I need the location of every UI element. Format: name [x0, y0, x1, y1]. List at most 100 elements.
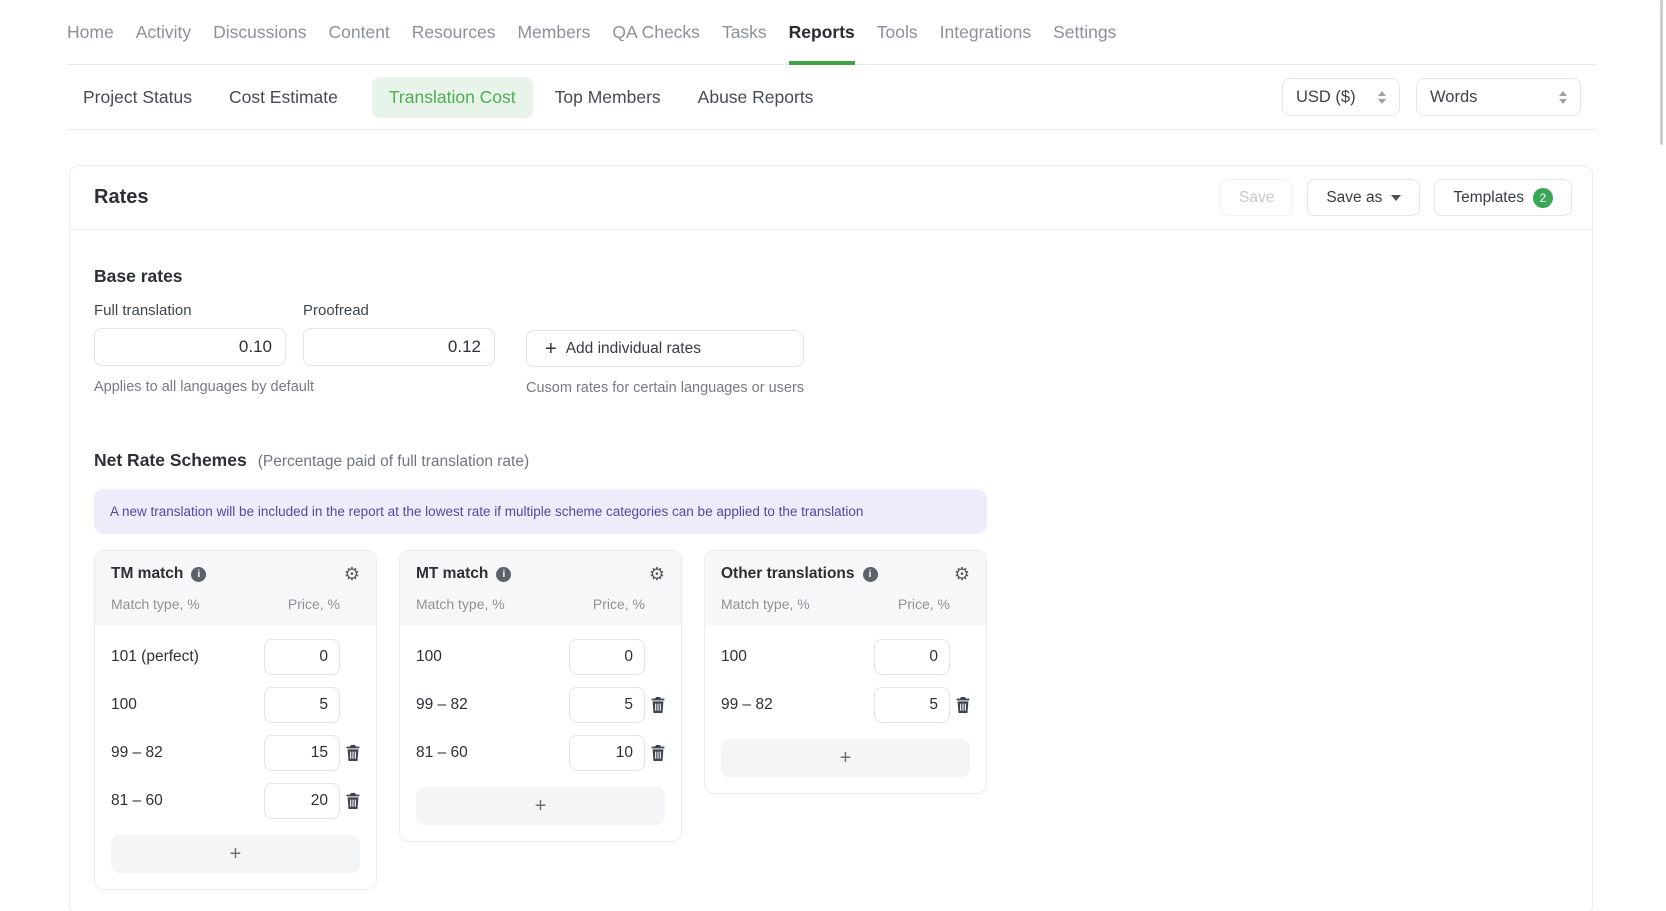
- tab-abuse-reports[interactable]: Abuse Reports: [698, 77, 814, 118]
- price-column-header: Price, %: [898, 596, 950, 612]
- match-range-label: 99 – 82: [416, 696, 569, 714]
- match-range-label: 100: [111, 696, 264, 714]
- templates-count-badge: 2: [1533, 188, 1553, 208]
- price-input[interactable]: [569, 687, 645, 723]
- scheme-card-other-translations: Other translations ⚙ Match type, % Price…: [704, 550, 987, 794]
- full-translation-input[interactable]: [94, 328, 286, 366]
- price-input[interactable]: [874, 687, 950, 723]
- price-input[interactable]: [264, 687, 340, 723]
- price-input[interactable]: [569, 735, 645, 771]
- match-range-label: 99 – 82: [721, 696, 874, 714]
- scheme-card-title: Other translations: [721, 565, 855, 583]
- match-range-label: 99 – 82: [111, 744, 264, 762]
- templates-button[interactable]: Templates 2: [1434, 179, 1572, 216]
- nav-item-integrations[interactable]: Integrations: [940, 0, 1031, 64]
- nav-item-tasks[interactable]: Tasks: [722, 0, 767, 64]
- add-rate-row-button[interactable]: +: [416, 787, 665, 825]
- save-button[interactable]: Save: [1220, 179, 1293, 216]
- nav-item-home[interactable]: Home: [67, 0, 114, 64]
- info-icon[interactable]: [496, 567, 511, 582]
- nav-item-members[interactable]: Members: [517, 0, 590, 64]
- scheme-rows: 101 (perfect) 100 99 – 82: [95, 625, 376, 825]
- match-type-column-header: Match type, %: [111, 596, 200, 612]
- net-rate-schemes-section: Net Rate Schemes (Percentage paid of ful…: [94, 450, 1568, 890]
- scheme-rows: 100 99 – 82: [705, 625, 986, 729]
- rate-row: 81 – 60: [95, 777, 376, 825]
- scheme-card-mt-match: MT match ⚙ Match type, % Price, % 100 99…: [399, 550, 682, 842]
- add-rate-row-button[interactable]: +: [111, 835, 360, 873]
- updown-icon: [1378, 91, 1386, 104]
- price-column-header: Price, %: [288, 596, 340, 612]
- rates-actions: Save Save as Templates 2: [1220, 179, 1572, 216]
- sub-tabs: Project Status Cost Estimate Translation C…: [83, 77, 850, 118]
- scrollbar[interactable]: [1660, 0, 1663, 145]
- currency-select-value: USD ($): [1296, 88, 1356, 107]
- delete-row-button[interactable]: [645, 697, 671, 713]
- nav-item-activity[interactable]: Activity: [136, 0, 191, 64]
- price-column-header: Price, %: [593, 596, 645, 612]
- price-input[interactable]: [264, 735, 340, 771]
- delete-row-button[interactable]: [645, 745, 671, 761]
- chevron-down-icon: [1391, 195, 1401, 201]
- save-as-label: Save as: [1326, 189, 1382, 207]
- add-individual-rates-button[interactable]: + Add individual rates: [526, 330, 804, 367]
- trash-icon: [651, 745, 665, 761]
- report-filters: USD ($) Words: [1282, 78, 1596, 116]
- scheme-card-header: TM match ⚙ Match type, % Price, %: [95, 551, 376, 625]
- tab-project-status[interactable]: Project Status: [83, 77, 192, 118]
- scheme-rows: 100 99 – 82 81 – 60: [400, 625, 681, 777]
- price-input[interactable]: [569, 639, 645, 675]
- trash-icon: [346, 793, 360, 809]
- unit-select[interactable]: Words: [1416, 78, 1581, 116]
- price-input[interactable]: [874, 639, 950, 675]
- scheme-card-header: Other translations ⚙ Match type, % Price…: [705, 551, 986, 625]
- match-range-label: 100: [721, 648, 874, 666]
- nav-item-discussions[interactable]: Discussions: [213, 0, 306, 64]
- nav-item-reports[interactable]: Reports: [789, 0, 855, 64]
- delete-row-button[interactable]: [340, 745, 366, 761]
- delete-row-button[interactable]: [340, 793, 366, 809]
- rate-row: 99 – 82: [95, 729, 376, 777]
- base-rates-title: Base rates: [94, 266, 1568, 287]
- base-rates-helper: Applies to all languages by default: [94, 379, 286, 395]
- nav-item-resources[interactable]: Resources: [412, 0, 496, 64]
- info-icon[interactable]: [863, 567, 878, 582]
- gear-icon[interactable]: ⚙: [344, 565, 360, 583]
- nav-item-tools[interactable]: Tools: [877, 0, 918, 64]
- lowest-rate-info-banner: A new translation will be included in th…: [94, 489, 987, 534]
- delete-row-button[interactable]: [950, 697, 976, 713]
- currency-select[interactable]: USD ($): [1282, 78, 1400, 116]
- info-icon[interactable]: [191, 567, 206, 582]
- full-translation-label: Full translation: [94, 302, 286, 319]
- match-type-column-header: Match type, %: [721, 596, 810, 612]
- rate-row: 101 (perfect): [95, 633, 376, 681]
- price-input[interactable]: [264, 783, 340, 819]
- nav-item-qa-checks[interactable]: QA Checks: [612, 0, 700, 64]
- match-range-label: 100: [416, 648, 569, 666]
- proofread-input[interactable]: [303, 328, 495, 366]
- scheme-card-header: MT match ⚙ Match type, % Price, %: [400, 551, 681, 625]
- gear-icon[interactable]: ⚙: [649, 565, 665, 583]
- proofread-field: Proofread: [303, 302, 495, 366]
- page-title: Rates: [94, 186, 148, 209]
- tab-translation-cost[interactable]: Translation Cost: [372, 77, 533, 118]
- unit-select-value: Words: [1430, 88, 1477, 107]
- gear-icon[interactable]: ⚙: [954, 565, 970, 583]
- trash-icon: [651, 697, 665, 713]
- nav-item-settings[interactable]: Settings: [1053, 0, 1116, 64]
- price-input[interactable]: [264, 639, 340, 675]
- rate-row: 81 – 60: [400, 729, 681, 777]
- tab-top-members[interactable]: Top Members: [555, 77, 661, 118]
- scheme-cards-row: TM match ⚙ Match type, % Price, % 101 (p…: [94, 550, 1568, 890]
- match-range-label: 101 (perfect): [111, 648, 264, 666]
- save-as-button[interactable]: Save as: [1307, 179, 1420, 216]
- page: Home Activity Discussions Content Resources M…: [67, 0, 1596, 911]
- tab-cost-estimate[interactable]: Cost Estimate: [229, 77, 338, 118]
- nav-item-content[interactable]: Content: [329, 0, 390, 64]
- match-type-column-header: Match type, %: [416, 596, 505, 612]
- report-sub-nav: Project Status Cost Estimate Translation C…: [67, 65, 1596, 130]
- individual-rates-helper: Cusom rates for certain languages or use…: [526, 380, 804, 396]
- add-rate-row-button[interactable]: +: [721, 739, 970, 777]
- rate-row: 100: [400, 633, 681, 681]
- trash-icon: [956, 697, 970, 713]
